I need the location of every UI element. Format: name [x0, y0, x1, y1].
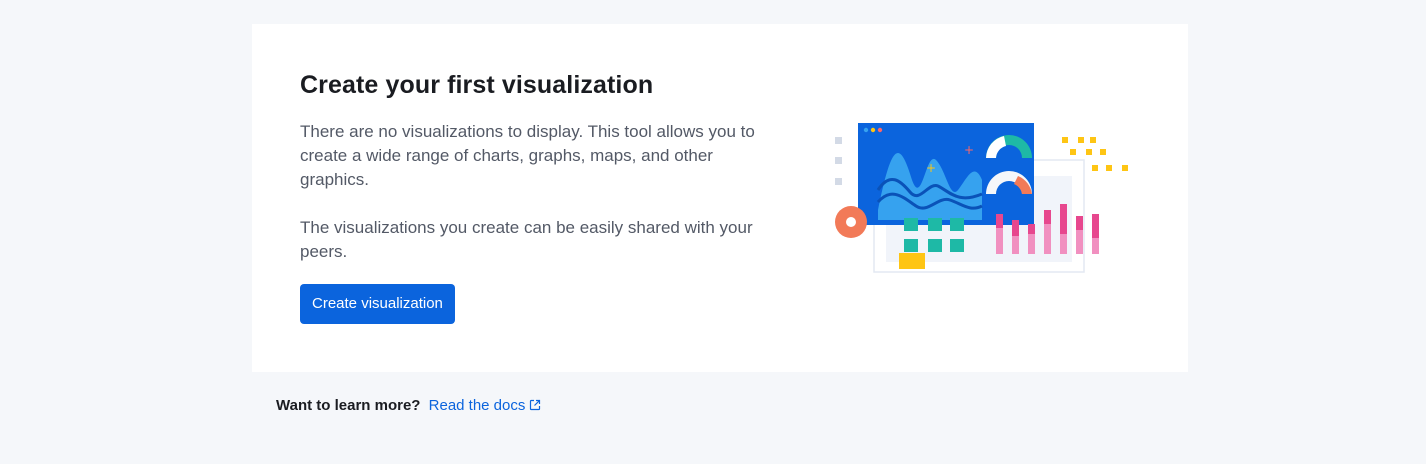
page: Create your first visualization There ar…: [0, 0, 1426, 464]
decor-dot: [1062, 137, 1068, 143]
grid-square: [928, 218, 942, 231]
grid-square: [904, 239, 918, 252]
grid-square: [928, 239, 942, 252]
create-visualization-button[interactable]: Create visualization: [300, 284, 455, 324]
bar: [1028, 224, 1035, 234]
plus-mark: +: [964, 143, 974, 157]
decor-dot: [835, 157, 842, 164]
visualization-illustration: + +: [835, 123, 1128, 273]
read-docs-link-label: Read the docs: [428, 397, 526, 414]
decor-dot: [1100, 149, 1106, 155]
bar: [1044, 210, 1051, 224]
yellow-tag: [899, 253, 925, 269]
decor-dot: [1086, 149, 1092, 155]
empty-state-content: Create your first visualization There ar…: [300, 68, 770, 324]
empty-state-panel: Create your first visualization There ar…: [252, 24, 1188, 372]
bar: [1060, 204, 1067, 234]
decor-dot: [1122, 165, 1128, 171]
window-dot: [870, 127, 876, 133]
read-docs-link[interactable]: Read the docs: [429, 397, 542, 414]
grid-square: [950, 239, 964, 252]
window-dot: [863, 127, 869, 133]
learn-more-label: Want to learn more?: [276, 397, 421, 414]
decor-dot: [835, 178, 842, 185]
donut-hole: [846, 217, 856, 227]
external-link-icon: [530, 399, 541, 411]
page-title: Create your first visualization: [300, 71, 654, 99]
plus-mark: +: [926, 161, 936, 175]
bar: [1092, 214, 1099, 238]
bar: [1012, 220, 1019, 236]
decor-dot: [835, 137, 842, 144]
decor-dot: [1078, 137, 1084, 143]
empty-state-share-note: The visualizations you create can be eas…: [300, 218, 753, 261]
decor-dot: [1106, 165, 1112, 171]
grid-square: [950, 218, 964, 231]
decor-dot: [1070, 149, 1076, 155]
bar: [996, 214, 1003, 228]
learn-more-footer: Want to learn more? Read the docs: [276, 396, 541, 416]
empty-state-description: There are no visualizations to display. …: [300, 122, 755, 189]
window-dot: [877, 127, 883, 133]
grid-square: [904, 218, 918, 231]
decor-dot: [1092, 165, 1098, 171]
bar: [1076, 216, 1083, 230]
decor-dot: [1090, 137, 1096, 143]
